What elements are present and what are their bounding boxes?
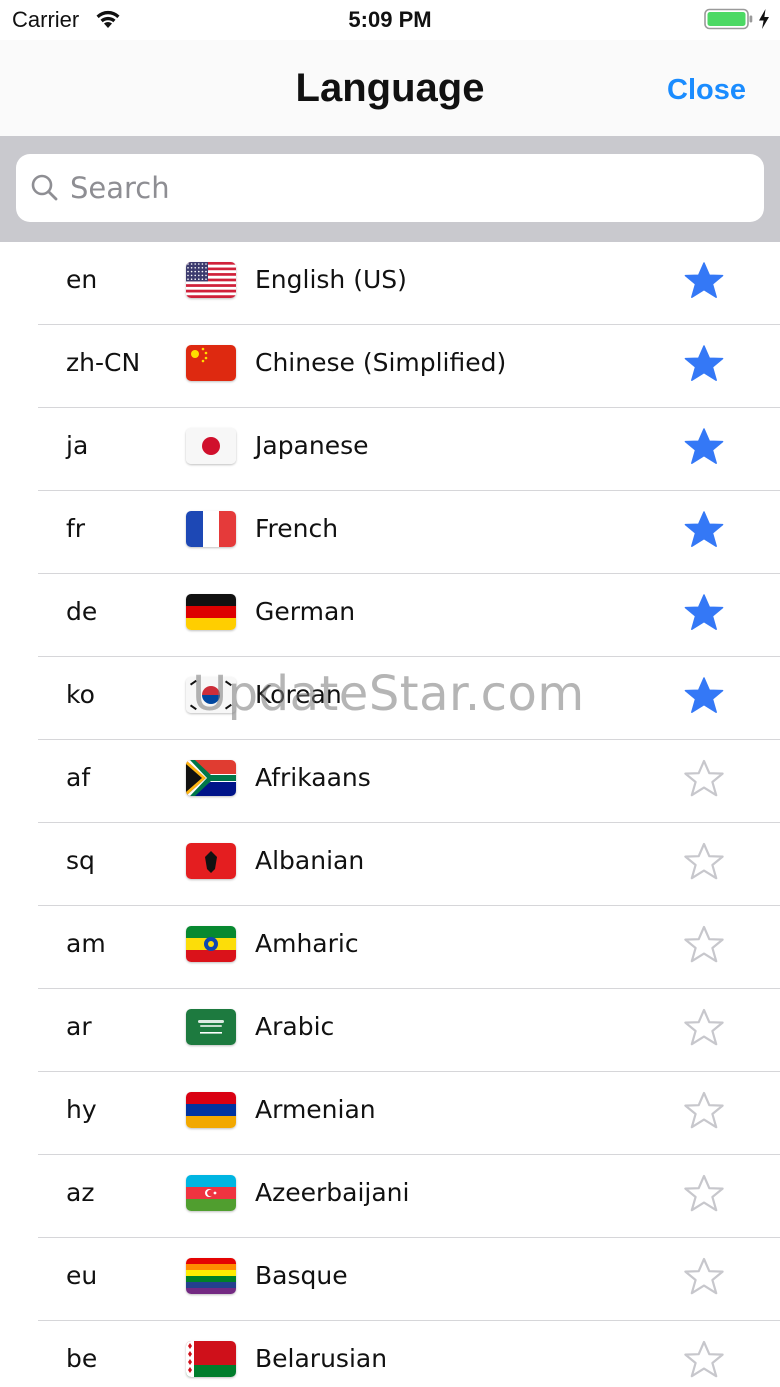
language-row-af[interactable]: af Afrikaans xyxy=(0,740,780,823)
jp-flag-icon xyxy=(186,428,236,464)
am-flag-icon xyxy=(186,1092,236,1128)
favorite-star-outline-icon[interactable] xyxy=(684,1174,724,1214)
favorite-star-outline-icon[interactable] xyxy=(684,1340,724,1380)
language-code: en xyxy=(66,265,98,294)
language-name: Belarusian xyxy=(255,1344,388,1373)
language-name: Japanese xyxy=(255,431,369,460)
by-flag-icon xyxy=(186,1341,236,1377)
close-button[interactable]: Close xyxy=(667,74,746,107)
language-row-de[interactable]: de German xyxy=(0,574,780,657)
language-name: Armenian xyxy=(255,1095,376,1124)
language-row-am[interactable]: am Amharic xyxy=(0,906,780,989)
de-flag-icon xyxy=(186,594,236,630)
language-code: eu xyxy=(66,1261,98,1290)
fr-flag-icon xyxy=(186,511,236,547)
et-flag-icon xyxy=(186,926,236,962)
language-row-ko[interactable]: ko Korean xyxy=(0,657,780,740)
za-flag-icon xyxy=(186,760,236,796)
language-code: de xyxy=(66,597,98,626)
language-code: az xyxy=(66,1178,95,1207)
language-code: fr xyxy=(66,514,86,543)
favorite-star-filled-icon[interactable] xyxy=(684,593,724,633)
rainbow-flag-icon xyxy=(186,1258,236,1294)
language-code: sq xyxy=(66,846,95,875)
al-flag-icon xyxy=(186,843,236,879)
favorite-star-filled-icon[interactable] xyxy=(684,427,724,467)
language-name: French xyxy=(255,514,339,543)
language-code: ja xyxy=(66,431,89,460)
language-name: German xyxy=(255,597,356,626)
favorite-star-filled-icon[interactable] xyxy=(684,676,724,716)
language-name: Albanian xyxy=(255,846,365,875)
language-code: ar xyxy=(66,1012,92,1041)
favorite-star-outline-icon[interactable] xyxy=(684,842,724,882)
language-name: Korean xyxy=(255,680,342,709)
language-row-az[interactable]: az Azeerbaijani xyxy=(0,1155,780,1238)
favorite-star-filled-icon[interactable] xyxy=(684,510,724,550)
language-code: hy xyxy=(66,1095,97,1124)
favorite-star-outline-icon[interactable] xyxy=(684,925,724,965)
clock: 5:09 PM xyxy=(348,7,432,32)
language-name: Basque xyxy=(255,1261,348,1290)
language-code: be xyxy=(66,1344,98,1373)
favorite-star-filled-icon[interactable] xyxy=(684,261,724,301)
kr-flag-icon xyxy=(186,677,236,713)
language-name: Azeerbaijani xyxy=(255,1178,410,1207)
us-flag-icon xyxy=(186,262,236,298)
language-row-be[interactable]: be Belarusian xyxy=(0,1321,780,1387)
status-bar: Carrier 5:09 PM xyxy=(0,0,780,40)
language-name: English (US) xyxy=(255,265,407,294)
language-code: zh-CN xyxy=(66,348,141,377)
search-icon xyxy=(30,173,60,207)
page-title: Language xyxy=(295,66,485,110)
favorite-star-outline-icon[interactable] xyxy=(684,759,724,799)
search-bar xyxy=(0,136,780,242)
navigation-bar: Language Close xyxy=(0,40,780,136)
battery-icon xyxy=(704,8,754,35)
search-input[interactable] xyxy=(70,154,740,222)
favorite-star-outline-icon[interactable] xyxy=(684,1257,724,1297)
language-code: af xyxy=(66,763,91,792)
charging-bolt-icon xyxy=(757,8,771,35)
language-list[interactable]: en English (US) zh-CN Chinese (Simplified) j… xyxy=(0,242,780,1387)
language-name: Arabic xyxy=(255,1012,335,1041)
language-row-eu[interactable]: eu Basque xyxy=(0,1238,780,1321)
language-name: Afrikaans xyxy=(255,763,371,792)
language-code: ko xyxy=(66,680,95,709)
language-code: am xyxy=(66,929,106,958)
language-row-sq[interactable]: sq Albanian xyxy=(0,823,780,906)
language-row-fr[interactable]: fr French xyxy=(0,491,780,574)
language-row-zh-CN[interactable]: zh-CN Chinese (Simplified) xyxy=(0,325,780,408)
favorite-star-outline-icon[interactable] xyxy=(684,1008,724,1048)
favorite-star-outline-icon[interactable] xyxy=(684,1091,724,1131)
language-name: Amharic xyxy=(255,929,359,958)
language-name: Chinese (Simplified) xyxy=(255,348,507,377)
language-row-hy[interactable]: hy Armenian xyxy=(0,1072,780,1155)
language-row-ja[interactable]: ja Japanese xyxy=(0,408,780,491)
language-row-en[interactable]: en English (US) xyxy=(0,242,780,325)
cn-flag-icon xyxy=(186,345,236,381)
az-flag-icon xyxy=(186,1175,236,1211)
favorite-star-filled-icon[interactable] xyxy=(684,344,724,384)
search-field[interactable] xyxy=(16,154,764,222)
sa-flag-icon xyxy=(186,1009,236,1045)
language-row-ar[interactable]: ar Arabic xyxy=(0,989,780,1072)
